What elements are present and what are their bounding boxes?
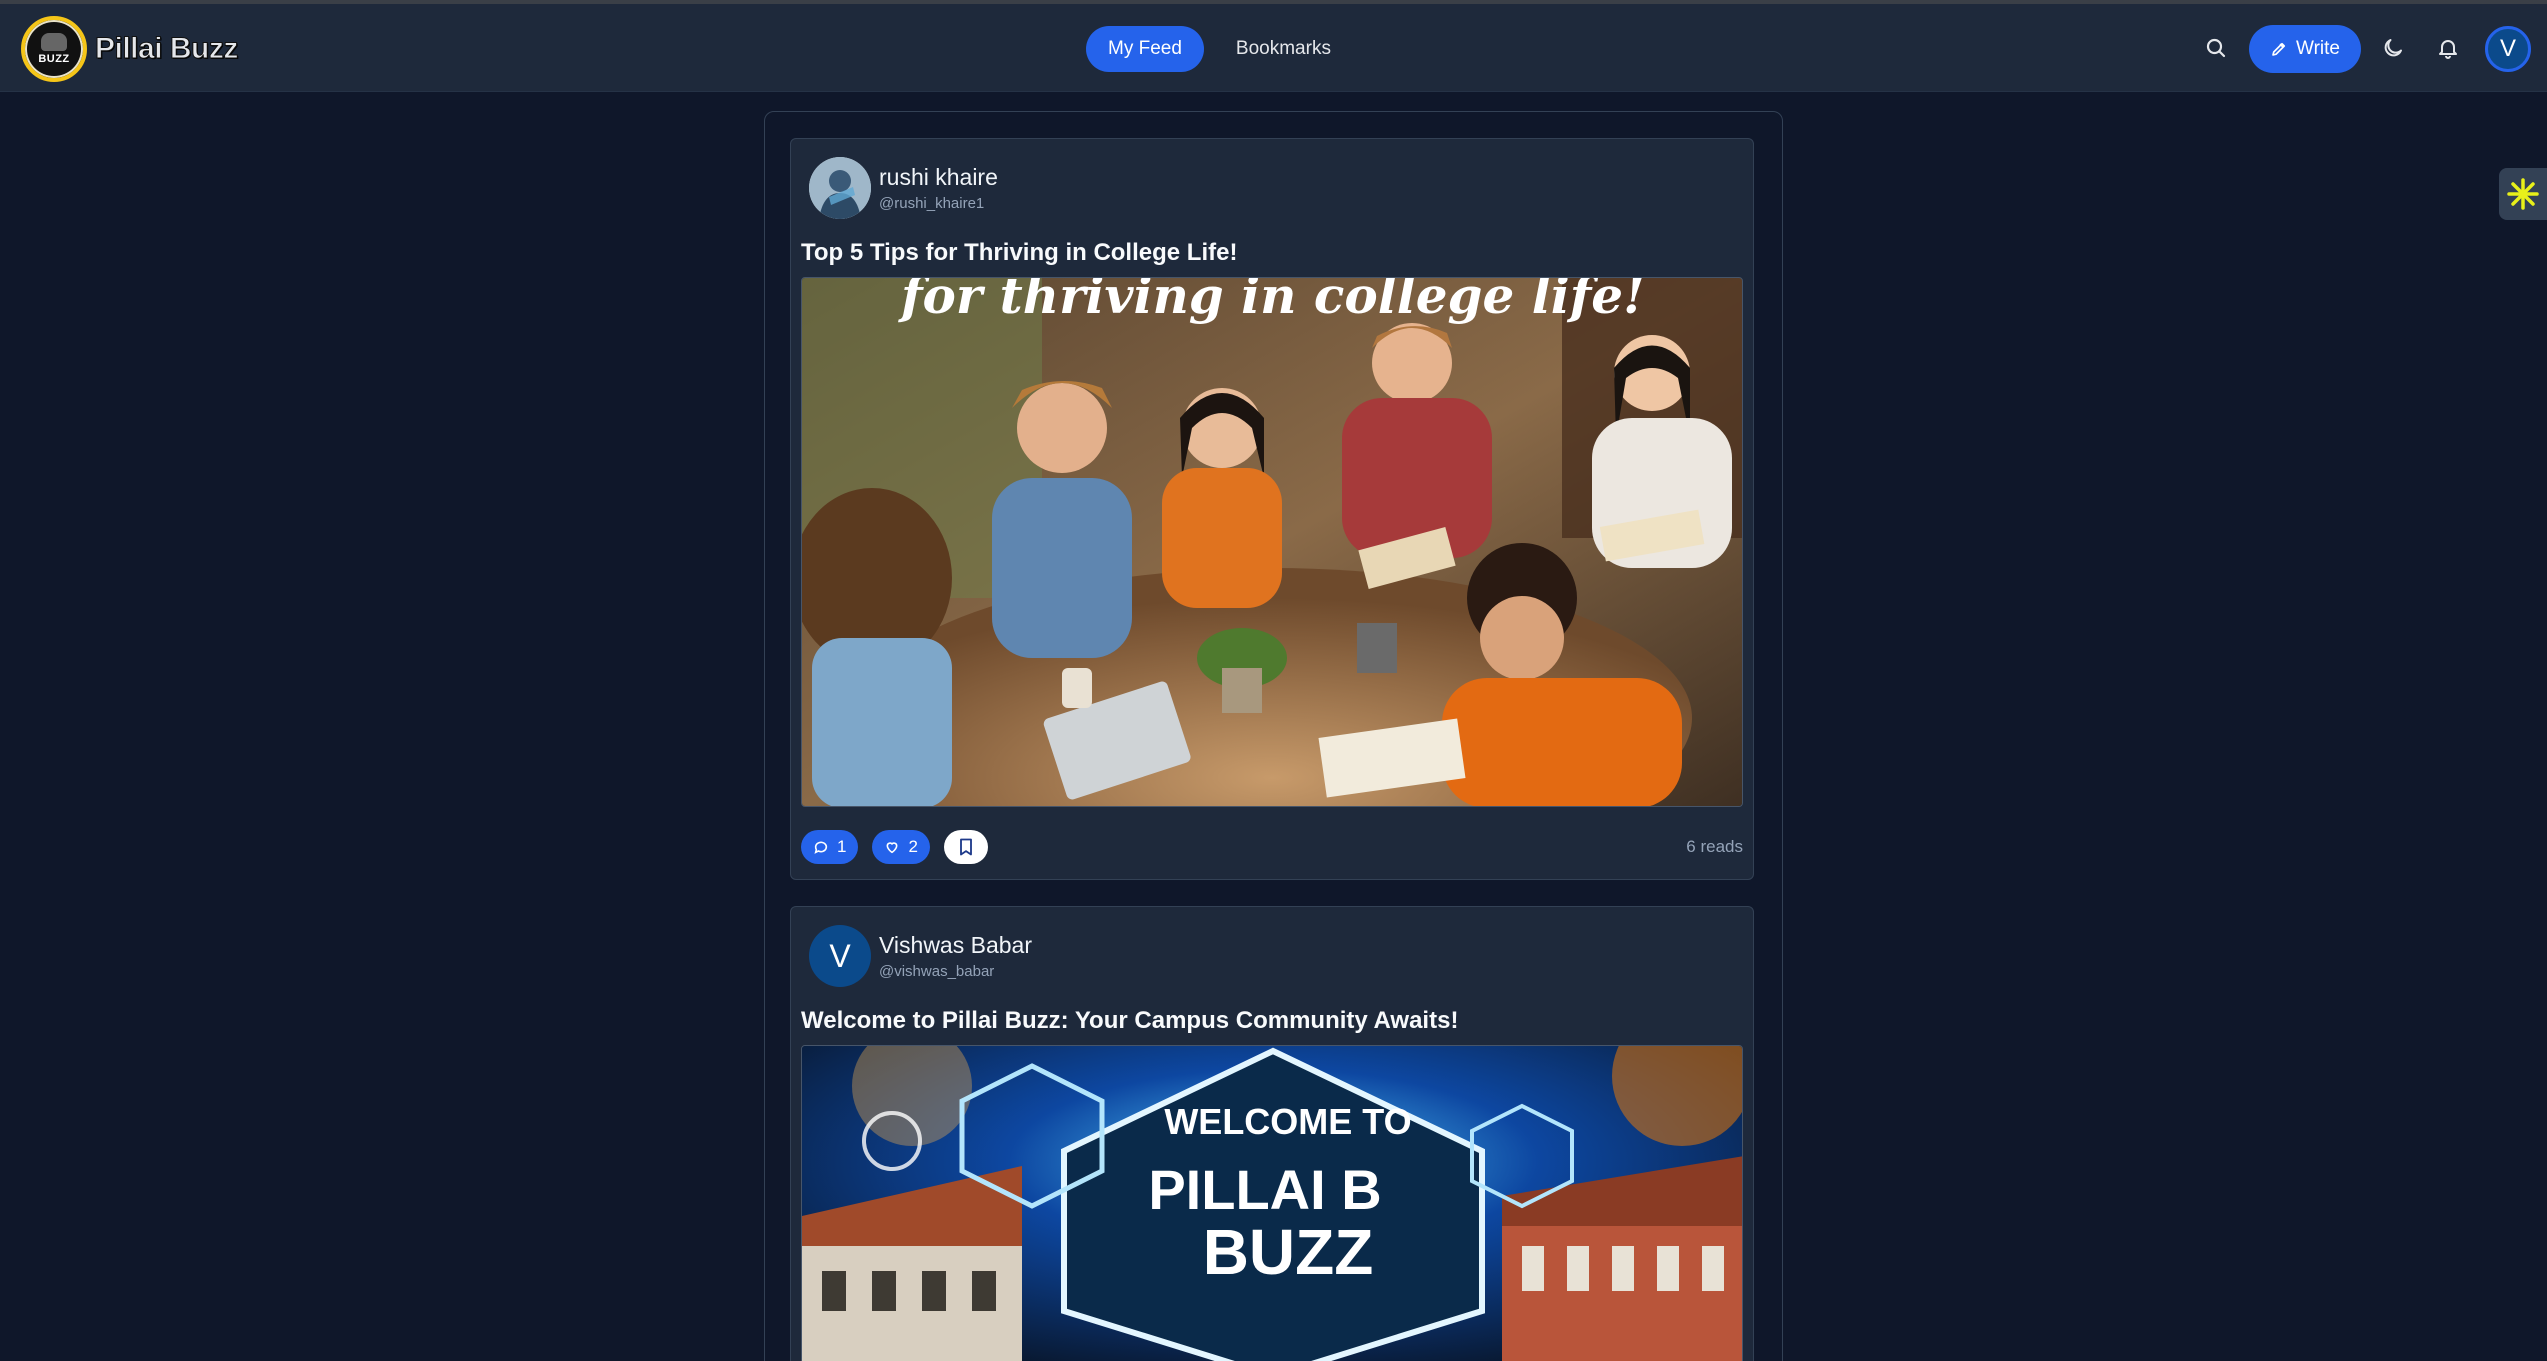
user-avatar[interactable]: V — [2485, 26, 2531, 72]
read-count: 6 reads — [1686, 837, 1743, 856]
cover-illustration: WELCOME TO PILLAI B BUZZ — [802, 1046, 1742, 1361]
search-button[interactable] — [2196, 28, 2236, 68]
tab-my-feed[interactable]: My Feed — [1086, 26, 1204, 72]
post-cover-image[interactable]: for thriving in college life! — [801, 277, 1743, 807]
logo-mascot-icon — [41, 33, 67, 51]
post-card[interactable]: rushi khaire @rushi_khaire1 Top 5 Tips f… — [790, 138, 1754, 880]
write-button[interactable]: Write — [2249, 25, 2361, 73]
brand-logo-link[interactable]: BUZZ Pillai Buzz — [21, 16, 239, 82]
post-author[interactable]: V Vishwas Babar @vishwas_babar — [809, 925, 1032, 987]
tab-bookmarks[interactable]: Bookmarks — [1214, 26, 1353, 72]
cover-illustration: for thriving in college life! — [802, 278, 1742, 806]
pencil-icon — [2272, 42, 2286, 56]
author-avatar[interactable] — [809, 157, 871, 219]
write-label: Write — [2296, 38, 2340, 59]
author-handle: @vishwas_babar — [879, 963, 995, 980]
post-title[interactable]: Welcome to Pillai Buzz: Your Campus Comm… — [801, 1007, 1458, 1035]
theme-toggle-button[interactable] — [2373, 28, 2413, 68]
author-handle: @rushi_khaire1 — [879, 195, 985, 212]
logo-text: BUZZ — [38, 53, 70, 65]
like-count: 2 — [908, 837, 918, 856]
post-actions: 1 2 — [801, 830, 988, 864]
notifications-button[interactable] — [2428, 28, 2468, 68]
author-avatar-image — [809, 157, 871, 219]
sparkle-icon — [2507, 178, 2539, 210]
post-card[interactable]: V Vishwas Babar @vishwas_babar Welcome t… — [790, 906, 1754, 1361]
post-title[interactable]: Top 5 Tips for Thriving in College Life! — [801, 239, 1237, 267]
post-cover-image[interactable]: WELCOME TO PILLAI B BUZZ — [801, 1045, 1743, 1361]
cover-line-3: BUZZ — [1203, 1216, 1374, 1288]
accessibility-widget-button[interactable] — [2499, 168, 2547, 220]
comments-button[interactable]: 1 — [801, 830, 859, 864]
brand-logo: BUZZ — [21, 16, 87, 82]
bookmark-icon — [960, 838, 972, 856]
cover-line-1: WELCOME TO — [1164, 1101, 1411, 1142]
brand-name: Pillai Buzz — [95, 32, 239, 66]
like-button[interactable]: 2 — [872, 830, 930, 864]
cover-line-2: PILLAI B — [1148, 1158, 1381, 1221]
author-name[interactable]: Vishwas Babar — [879, 932, 1032, 959]
author-name[interactable]: rushi khaire — [879, 164, 998, 191]
top-navbar: BUZZ Pillai Buzz My Feed Bookmarks Write… — [0, 4, 2547, 92]
post-author[interactable]: rushi khaire @rushi_khaire1 — [809, 157, 998, 219]
heart-icon — [887, 842, 898, 854]
bell-icon — [2439, 40, 2457, 59]
comment-count: 1 — [837, 837, 847, 856]
bookmark-button[interactable] — [943, 830, 988, 864]
comment-icon — [814, 841, 828, 854]
cover-caption: for thriving in college life! — [898, 278, 1645, 325]
feed-tabs: My Feed Bookmarks — [1086, 26, 1353, 72]
search-icon — [2206, 38, 2226, 58]
moon-icon — [2384, 39, 2402, 57]
author-avatar[interactable]: V — [809, 925, 871, 987]
